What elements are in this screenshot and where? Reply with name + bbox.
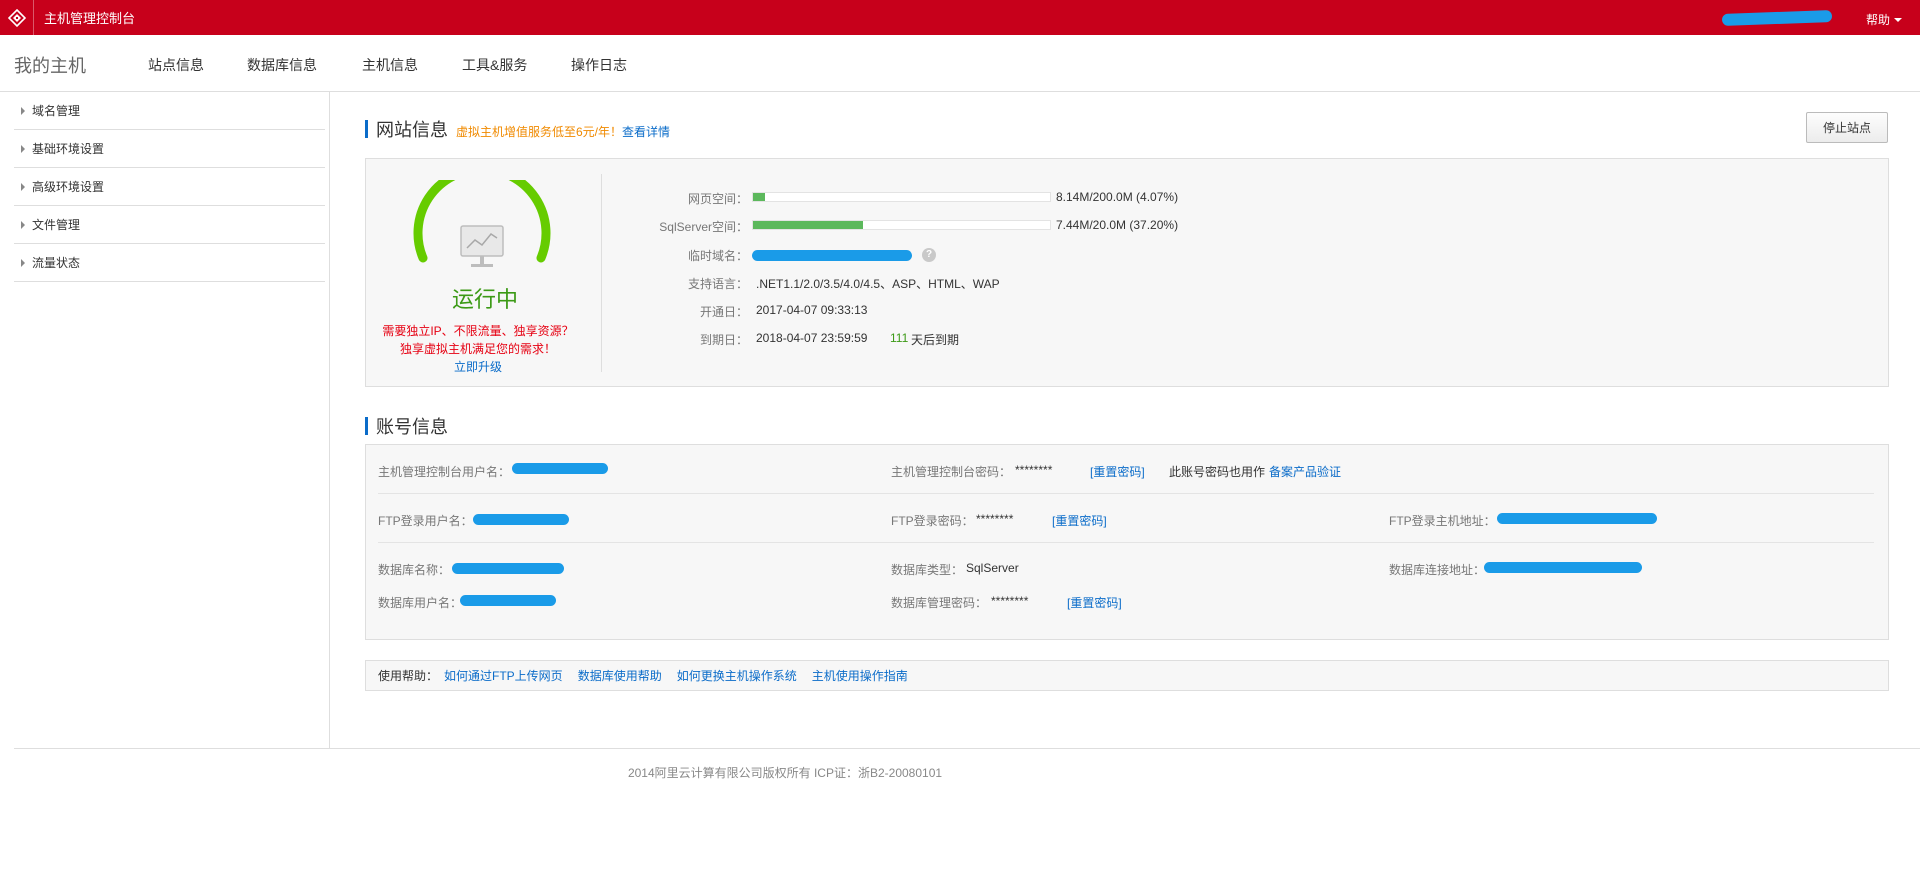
- stop-site-button[interactable]: 停止站点: [1806, 112, 1888, 143]
- caret-right-icon: [21, 182, 25, 191]
- nav-site-info[interactable]: 站点信息: [148, 55, 204, 75]
- nav-host-info[interactable]: 主机信息: [362, 55, 418, 75]
- db-name-label: 数据库名称：: [378, 563, 451, 577]
- sidebar-item-domain[interactable]: 域名管理: [14, 92, 325, 130]
- help-link-ftp-upload[interactable]: 如何通过FTP上传网页: [444, 667, 563, 684]
- ftp-host-redacted: [1497, 513, 1657, 524]
- footer-divider: [14, 748, 1920, 749]
- db-username-redacted: [460, 595, 556, 606]
- console-title: 主机管理控制台: [44, 11, 136, 26]
- db-host-label: 数据库连接地址：: [1389, 563, 1486, 577]
- help-bar-label: 使用帮助：: [378, 669, 439, 683]
- footer-copyright: 2014阿里云计算有限公司版权所有 ICP证：浙B2-20080101: [627, 766, 943, 780]
- db-type-label: 数据库类型：: [891, 563, 964, 577]
- account-info-header: 账号信息: [365, 413, 448, 439]
- sidebar-item-advanced-env[interactable]: 高级环境设置: [14, 168, 325, 206]
- site-info-title: 网站信息: [376, 120, 448, 140]
- nav-database-info[interactable]: 数据库信息: [247, 55, 317, 75]
- caret-right-icon: [21, 106, 25, 115]
- web-space-progress: [752, 192, 1051, 202]
- help-link-host-guide[interactable]: 主机使用操作指南: [812, 667, 908, 684]
- row-divider: [378, 542, 1874, 543]
- temp-domain-redacted: [752, 250, 912, 261]
- console-username-label: 主机管理控制台用户名：: [378, 465, 511, 479]
- ftp-reset-password-link[interactable]: [重置密码]: [1052, 512, 1107, 529]
- db-name-redacted: [452, 563, 564, 574]
- ftp-username-redacted: [473, 514, 569, 525]
- sidebar-item-label: 流量状态: [32, 256, 81, 270]
- web-space-progress-fill: [753, 193, 766, 201]
- site-status-running: 运行中: [451, 287, 518, 312]
- help-question-icon[interactable]: ?: [922, 248, 936, 262]
- sidebar-item-basic-env[interactable]: 基础环境设置: [14, 130, 325, 168]
- help-bar: 使用帮助： 如何通过FTP上传网页 数据库使用帮助 如何更换主机操作系统 主机使…: [365, 660, 1889, 691]
- filing-verification-link[interactable]: 备案产品验证: [1269, 463, 1341, 480]
- sql-space-progress-fill: [753, 221, 864, 229]
- console-password-label: 主机管理控制台密码：: [891, 465, 1012, 479]
- db-host-redacted: [1484, 562, 1642, 573]
- nav-brand[interactable]: 我的主机: [14, 52, 86, 78]
- ftp-host-label: FTP登录主机地址：: [1389, 514, 1496, 528]
- footer: 2014阿里云计算有限公司版权所有 ICP证：浙B2-20080101: [0, 764, 1920, 781]
- ftp-username-label: FTP登录用户名：: [378, 514, 473, 528]
- languages-label: 支持语言：: [687, 277, 748, 291]
- open-date-value: 2017-04-07 09:33:13: [756, 303, 868, 317]
- sql-space-progress: [752, 220, 1051, 230]
- sidebar: 域名管理 基础环境设置 高级环境设置 文件管理 流量状态: [0, 92, 330, 748]
- nav-tools-services[interactable]: 工具&服务: [462, 55, 527, 75]
- section-accent-bar: [365, 417, 368, 435]
- sql-space-value: 7.44M/20.0M (37.20%): [1056, 218, 1179, 232]
- promo-details-link[interactable]: 查看详情: [622, 123, 670, 140]
- main-nav: 我的主机 站点信息 数据库信息 主机信息 工具&服务 操作日志: [0, 35, 1920, 92]
- console-password-value: ********: [1015, 463, 1053, 477]
- expire-date-value: 2018-04-07 23:59:59: [756, 331, 868, 345]
- languages-value: .NET1.1/2.0/3.5/4.0/4.5、ASP、HTML、WAP: [756, 277, 1000, 291]
- console-reset-password-link[interactable]: [重置密码]: [1090, 463, 1145, 480]
- sidebar-item-label: 文件管理: [32, 218, 81, 232]
- sidebar-item-label: 基础环境设置: [32, 142, 105, 156]
- db-password-label: 数据库管理密码：: [891, 596, 988, 610]
- user-account-redacted[interactable]: [1721, 10, 1833, 26]
- panel-divider: [601, 174, 602, 372]
- open-date-label: 开通日：: [699, 305, 748, 319]
- caret-right-icon: [21, 144, 25, 153]
- db-username-label: 数据库用户名：: [378, 596, 463, 610]
- sidebar-item-label: 域名管理: [32, 104, 81, 118]
- upsell-line-1: 需要独立IP、不限流量、独享资源？: [382, 324, 574, 338]
- nav-operation-log[interactable]: 操作日志: [571, 55, 627, 75]
- console-username-redacted: [512, 463, 608, 474]
- sidebar-item-label: 高级环境设置: [32, 180, 105, 194]
- promo-text: 虚拟主机增值服务低至6元/年！: [456, 125, 623, 139]
- top-bar: 主机管理控制台 帮助: [0, 0, 1920, 35]
- help-link-database[interactable]: 数据库使用帮助: [578, 667, 662, 684]
- days-left-count: 111: [890, 331, 909, 345]
- chevron-down-icon: [1894, 17, 1903, 22]
- days-left-suffix: 天后到期: [911, 333, 960, 347]
- sidebar-item-file-management[interactable]: 文件管理: [14, 206, 325, 244]
- ftp-password-label: FTP登录密码：: [891, 514, 974, 528]
- expire-date-label: 到期日：: [699, 333, 748, 347]
- sidebar-item-traffic-status[interactable]: 流量状态: [14, 244, 325, 282]
- ftp-password-value: ********: [976, 512, 1014, 526]
- section-accent-bar: [365, 120, 368, 138]
- web-space-value: 8.14M/200.0M (4.07%): [1056, 190, 1179, 204]
- console-password-note: 此账号密码也用作: [1169, 465, 1266, 479]
- db-type-value: SqlServer: [966, 561, 1019, 575]
- account-info-title: 账号信息: [376, 417, 448, 437]
- site-info-header: 网站信息 虚拟主机增值服务低至6元/年！ 查看详情: [365, 116, 670, 142]
- db-password-value: ********: [991, 594, 1029, 608]
- temp-domain-label: 临时域名：: [687, 249, 748, 263]
- web-space-label: 网页空间：: [687, 192, 748, 206]
- sql-space-label: SqlServer空间：: [659, 220, 748, 234]
- caret-right-icon: [21, 220, 25, 229]
- aliyun-logo-icon[interactable]: [0, 0, 34, 35]
- caret-right-icon: [21, 258, 25, 267]
- help-menu-label: 帮助: [1866, 13, 1891, 27]
- upgrade-link[interactable]: 立即升级: [370, 358, 586, 375]
- db-reset-password-link[interactable]: [重置密码]: [1067, 594, 1122, 611]
- row-divider: [378, 493, 1874, 494]
- help-link-change-os[interactable]: 如何更换主机操作系统: [677, 667, 797, 684]
- upsell-line-2: 独享虚拟主机满足您的需求！: [399, 342, 556, 356]
- help-menu[interactable]: 帮助: [1866, 11, 1903, 28]
